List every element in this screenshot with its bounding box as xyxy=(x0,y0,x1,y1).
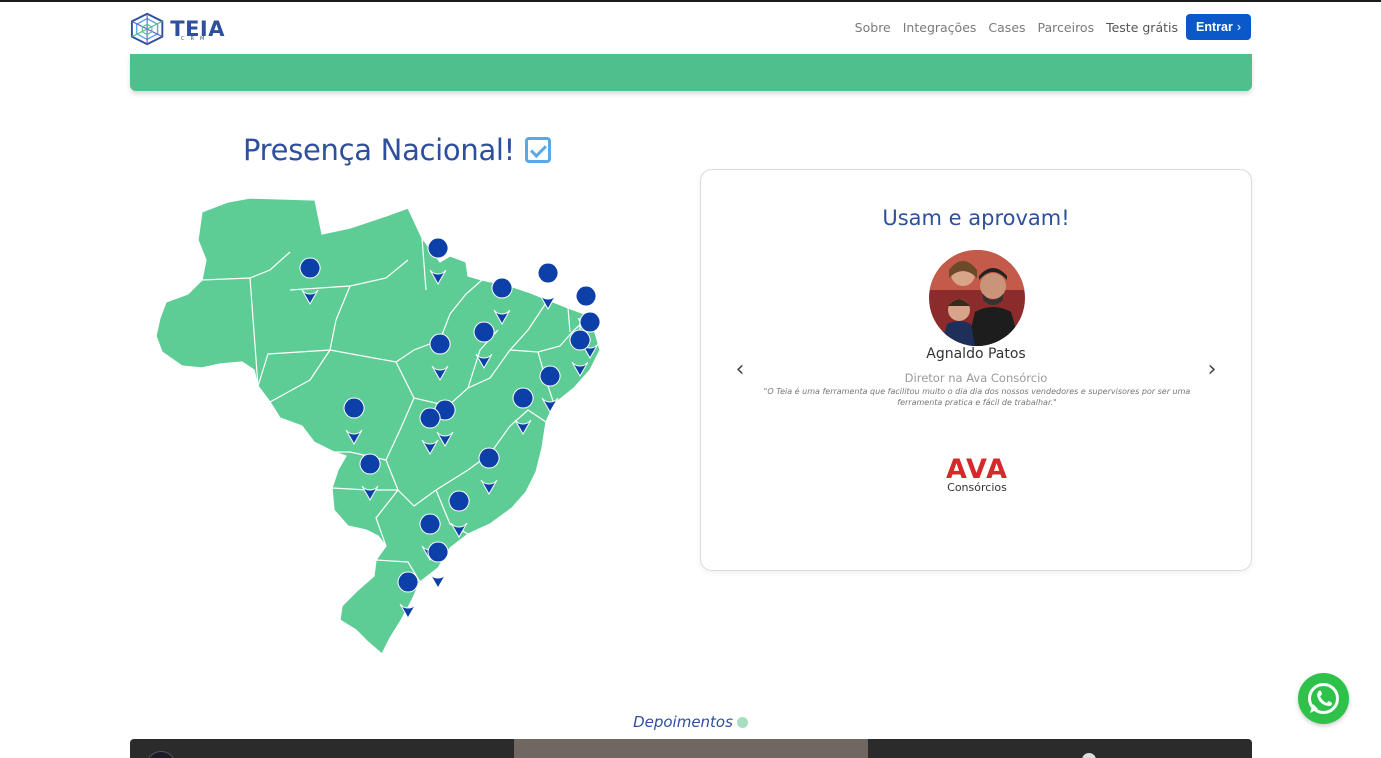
green-banner xyxy=(130,54,1252,91)
testimonial-quote: "O Teia é uma ferramenta que facilitou m… xyxy=(763,387,1191,407)
entrar-button[interactable]: Entrar › xyxy=(1186,14,1251,40)
depoimentos-title: Depoimentos xyxy=(633,713,733,731)
check-square-icon xyxy=(525,137,552,163)
info-icon[interactable] xyxy=(1082,753,1096,758)
nav-link-integracoes[interactable]: Integrações xyxy=(903,20,977,35)
company-logo: AVA Consórcios xyxy=(937,456,1017,500)
nav-link-parceiros[interactable]: Parceiros xyxy=(1038,20,1095,35)
presence-heading: Presença Nacional! xyxy=(243,130,552,170)
whatsapp-button[interactable] xyxy=(1298,673,1349,724)
nav-link-sobre[interactable]: Sobre xyxy=(855,20,891,35)
company-logo-text: AVA xyxy=(945,454,1009,485)
company-logo-subtext: Consórcios xyxy=(947,481,1007,494)
person-role: Diretor na Ava Consórcio xyxy=(904,371,1048,385)
whatsapp-icon xyxy=(1308,683,1339,714)
brazil-map xyxy=(155,197,601,655)
avatar xyxy=(929,250,1025,346)
channel-avatar xyxy=(146,751,176,758)
testimonial-title: Usam e aprovam! xyxy=(882,206,1070,230)
medal-icon xyxy=(736,717,748,728)
depoimentos-heading: Depoimentos xyxy=(0,713,1381,731)
teia-web-icon xyxy=(130,12,164,46)
map-shape xyxy=(155,197,601,655)
testimonial-card: Usam e aprovam! ‹ › Agnaldo Patos Direto… xyxy=(700,169,1252,571)
presence-title: Presença Nacional! xyxy=(243,133,516,167)
logo-subtext: CRM xyxy=(181,36,211,42)
video-thumbnail xyxy=(514,739,868,758)
nav-link-cases[interactable]: Cases xyxy=(988,20,1025,35)
nav-link-teste-gratis[interactable]: Teste grátis xyxy=(1106,20,1178,35)
chevron-right-icon: › xyxy=(1236,20,1241,34)
main-menu: Sobre Integrações Cases Parceiros Teste … xyxy=(843,12,1251,42)
person-name: Agnaldo Patos xyxy=(926,346,1026,362)
video-strip[interactable] xyxy=(130,739,1252,758)
logo[interactable]: TEIA CRM xyxy=(130,12,225,46)
entrar-label: Entrar xyxy=(1196,20,1233,34)
navbar: TEIA CRM Sobre Integrações Cases Parceir… xyxy=(0,2,1381,54)
